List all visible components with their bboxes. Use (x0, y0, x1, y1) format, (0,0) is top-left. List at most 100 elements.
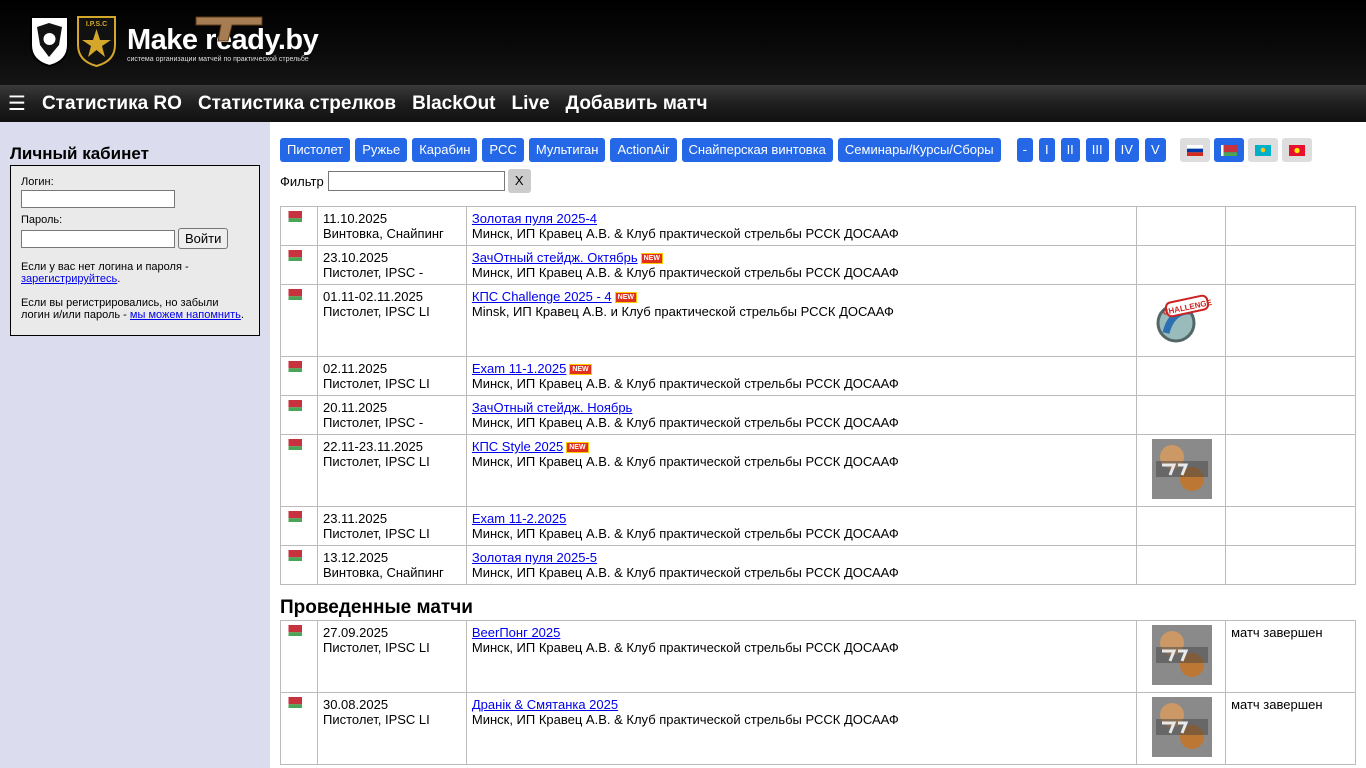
match-image-cell (1136, 620, 1227, 693)
level-5[interactable]: V (1144, 138, 1166, 162)
sidebar: Личный кабинет Логин: Пароль: Войти Если… (0, 122, 270, 768)
club-logo-icon (1151, 439, 1212, 499)
match-link[interactable]: ЗачОтный стейдж. Октябрь (472, 250, 638, 265)
match-date-cell: 20.11.2025 Пистолет, IPSC - (316, 395, 467, 435)
kg-flag-icon (1288, 144, 1305, 156)
cat-pistol[interactable]: Пистолет (280, 138, 351, 162)
nav-add-match[interactable]: Добавить матч (566, 93, 708, 115)
text-filter: Фильтр X (280, 169, 1356, 193)
match-info-cell: КПС Style 2025 NEW Минск, ИП Кравец А.В. &… (465, 434, 1138, 507)
filter-input[interactable] (327, 171, 505, 191)
match-status (1225, 506, 1356, 546)
match-country (280, 356, 318, 396)
ipsc-star-icon: I.P.S.C (77, 16, 116, 68)
nav-live[interactable]: Live (512, 93, 550, 115)
by-flag-icon (286, 439, 302, 450)
menu-icon[interactable]: ☰ (8, 91, 26, 116)
match-image-cell (1136, 206, 1227, 246)
match-country (280, 206, 318, 246)
match-place: Минск, ИП Кравец А.В. & Клуб практическо… (471, 415, 899, 430)
match-status (1225, 356, 1356, 396)
level-4[interactable]: IV (1114, 138, 1139, 162)
main-content: Пистолет Ружье Карабин PCC Мультиган Act… (270, 122, 1366, 768)
cat-shotgun[interactable]: Ружье (355, 138, 408, 162)
match-place: Минск, ИП Кравец А.В. & Клуб практическо… (471, 565, 899, 580)
match-link[interactable]: ЗачОтный стейдж. Ноябрь (472, 400, 632, 415)
logo-area[interactable]: I.P.S.C Make ready.by система организаци… (29, 15, 319, 68)
cat-sniper[interactable]: Снайперская винтовка (681, 138, 833, 162)
password-input[interactable] (21, 229, 175, 248)
register-link[interactable]: зарегистрируйтесь (21, 273, 117, 285)
new-badge: NEW (640, 253, 663, 265)
cat-actionair[interactable]: ActionAir (610, 138, 677, 162)
match-image-cell (1136, 434, 1227, 507)
country-by-button[interactable] (1213, 138, 1244, 162)
match-date: 22.11-23.11.2025 (322, 439, 423, 454)
match-link[interactable]: Exam 11-1.2025 (472, 361, 566, 376)
cat-seminars[interactable]: Семинары/Курсы/Сборы (837, 138, 1001, 162)
nav-ro-stats[interactable]: Статистика RO (42, 93, 182, 115)
match-date: 01.11-02.11.2025 (322, 289, 423, 304)
match-place: Минск, ИП Кравец А.В. & Клуб практическо… (471, 712, 899, 727)
match-row: 11.10.2025 Винтовка, Снайпинг Золотая пуля… (280, 206, 1356, 246)
by-flag-icon (286, 211, 302, 222)
match-country (280, 506, 318, 546)
match-link[interactable]: Золотая пуля 2025-5 (472, 550, 597, 565)
match-date: 13.12.2025 (322, 550, 389, 565)
match-row: 13.12.2025 Винтовка, Снайпинг Золотая пуля… (280, 545, 1356, 585)
login-form: Логин: Пароль: Войти Если у вас нет логи… (10, 165, 260, 336)
match-row: 23.11.2025 Пистолет, IPSC LI Exam 11-2.202… (280, 506, 1356, 546)
new-badge: NEW (614, 292, 638, 304)
match-link[interactable]: КПС Challenge 2025 - 4 (472, 289, 612, 304)
match-type: Пистолет, IPSC LI (322, 454, 430, 469)
match-type: Винтовка, Снайпинг (322, 565, 444, 580)
challenge-logo-icon: CHALLENGE (1156, 294, 1212, 343)
filter-buttons: Пистолет Ружье Карабин PCC Мультиган Act… (280, 138, 1356, 162)
by-flag-icon (286, 511, 302, 522)
nav-shooter-stats[interactable]: Статистика стрелков (198, 93, 396, 115)
past-matches-table: 27.09.2025 Пистолет, IPSC LI BeerПонг 2025… (280, 620, 1356, 765)
match-type: Пистолет, IPSC - (322, 265, 424, 280)
level-1[interactable]: I (1038, 138, 1055, 162)
nav-blackout[interactable]: BlackOut (412, 93, 495, 115)
login-button[interactable]: Войти (178, 228, 229, 249)
match-place: Minsk, ИП Кравец А.В. и Клуб практическо… (471, 304, 894, 319)
match-link[interactable]: Дранік & Смятанка 2025 (472, 697, 618, 712)
match-link[interactable]: Exam 11-2.2025 (472, 511, 566, 526)
match-image-cell (1136, 545, 1227, 585)
level-none[interactable]: - (1016, 138, 1033, 162)
brand-subtitle: система организации матчей по практическ… (127, 55, 309, 63)
clear-filter-button[interactable]: X (507, 169, 531, 193)
register-help-text: Если у вас нет логина и пароля - (21, 261, 189, 273)
match-info-cell: Золотая пуля 2025-5 Минск, ИП Кравец А.В.… (465, 545, 1138, 585)
match-place: Минск, ИП Кравец А.В. & Клуб практическо… (471, 640, 899, 655)
match-image-cell (1136, 692, 1227, 765)
by-flag-icon (1220, 144, 1237, 156)
register-help: Если у вас нет логина и пароля - зарегис… (21, 261, 249, 285)
remind-help: Если вы регистрировались, но забыли логи… (21, 297, 249, 321)
match-link[interactable]: BeerПонг 2025 (472, 625, 561, 640)
country-kz-button[interactable] (1247, 138, 1278, 162)
match-link[interactable]: Золотая пуля 2025-4 (472, 211, 597, 226)
match-date: 02.11.2025 (322, 361, 388, 376)
cat-multigun[interactable]: Мультиган (528, 138, 606, 162)
past-matches-title: Проведенные матчи (280, 597, 473, 618)
match-link[interactable]: КПС Style 2025 (472, 439, 563, 454)
match-country (280, 245, 318, 285)
by-flag-icon (286, 400, 302, 411)
level-2[interactable]: II (1060, 138, 1080, 162)
match-row: 23.10.2025 Пистолет, IPSC - ЗачОтный стейд… (280, 245, 1356, 285)
match-date-cell: 27.09.2025 Пистолет, IPSC LI (316, 620, 467, 693)
match-row: 02.11.2025 Пистолет, IPSC LI Exam 11-1.202… (280, 356, 1356, 396)
country-ru-button[interactable] (1179, 138, 1210, 162)
country-kg-button[interactable] (1281, 138, 1312, 162)
match-type: Пистолет, IPSC LI (322, 640, 430, 655)
cat-carbine[interactable]: Карабин (412, 138, 478, 162)
match-info-cell: КПС Challenge 2025 - 4 NEW Minsk, ИП Краве… (465, 284, 1138, 357)
remind-link[interactable]: мы можем напомнить (130, 309, 241, 321)
match-info-cell: Золотая пуля 2025-4 Минск, ИП Кравец А.В.… (465, 206, 1138, 246)
login-input[interactable] (21, 190, 175, 208)
match-image-cell: CHALLENGE (1136, 284, 1227, 357)
cat-pcc[interactable]: PCC (482, 138, 524, 162)
level-3[interactable]: III (1085, 138, 1109, 162)
